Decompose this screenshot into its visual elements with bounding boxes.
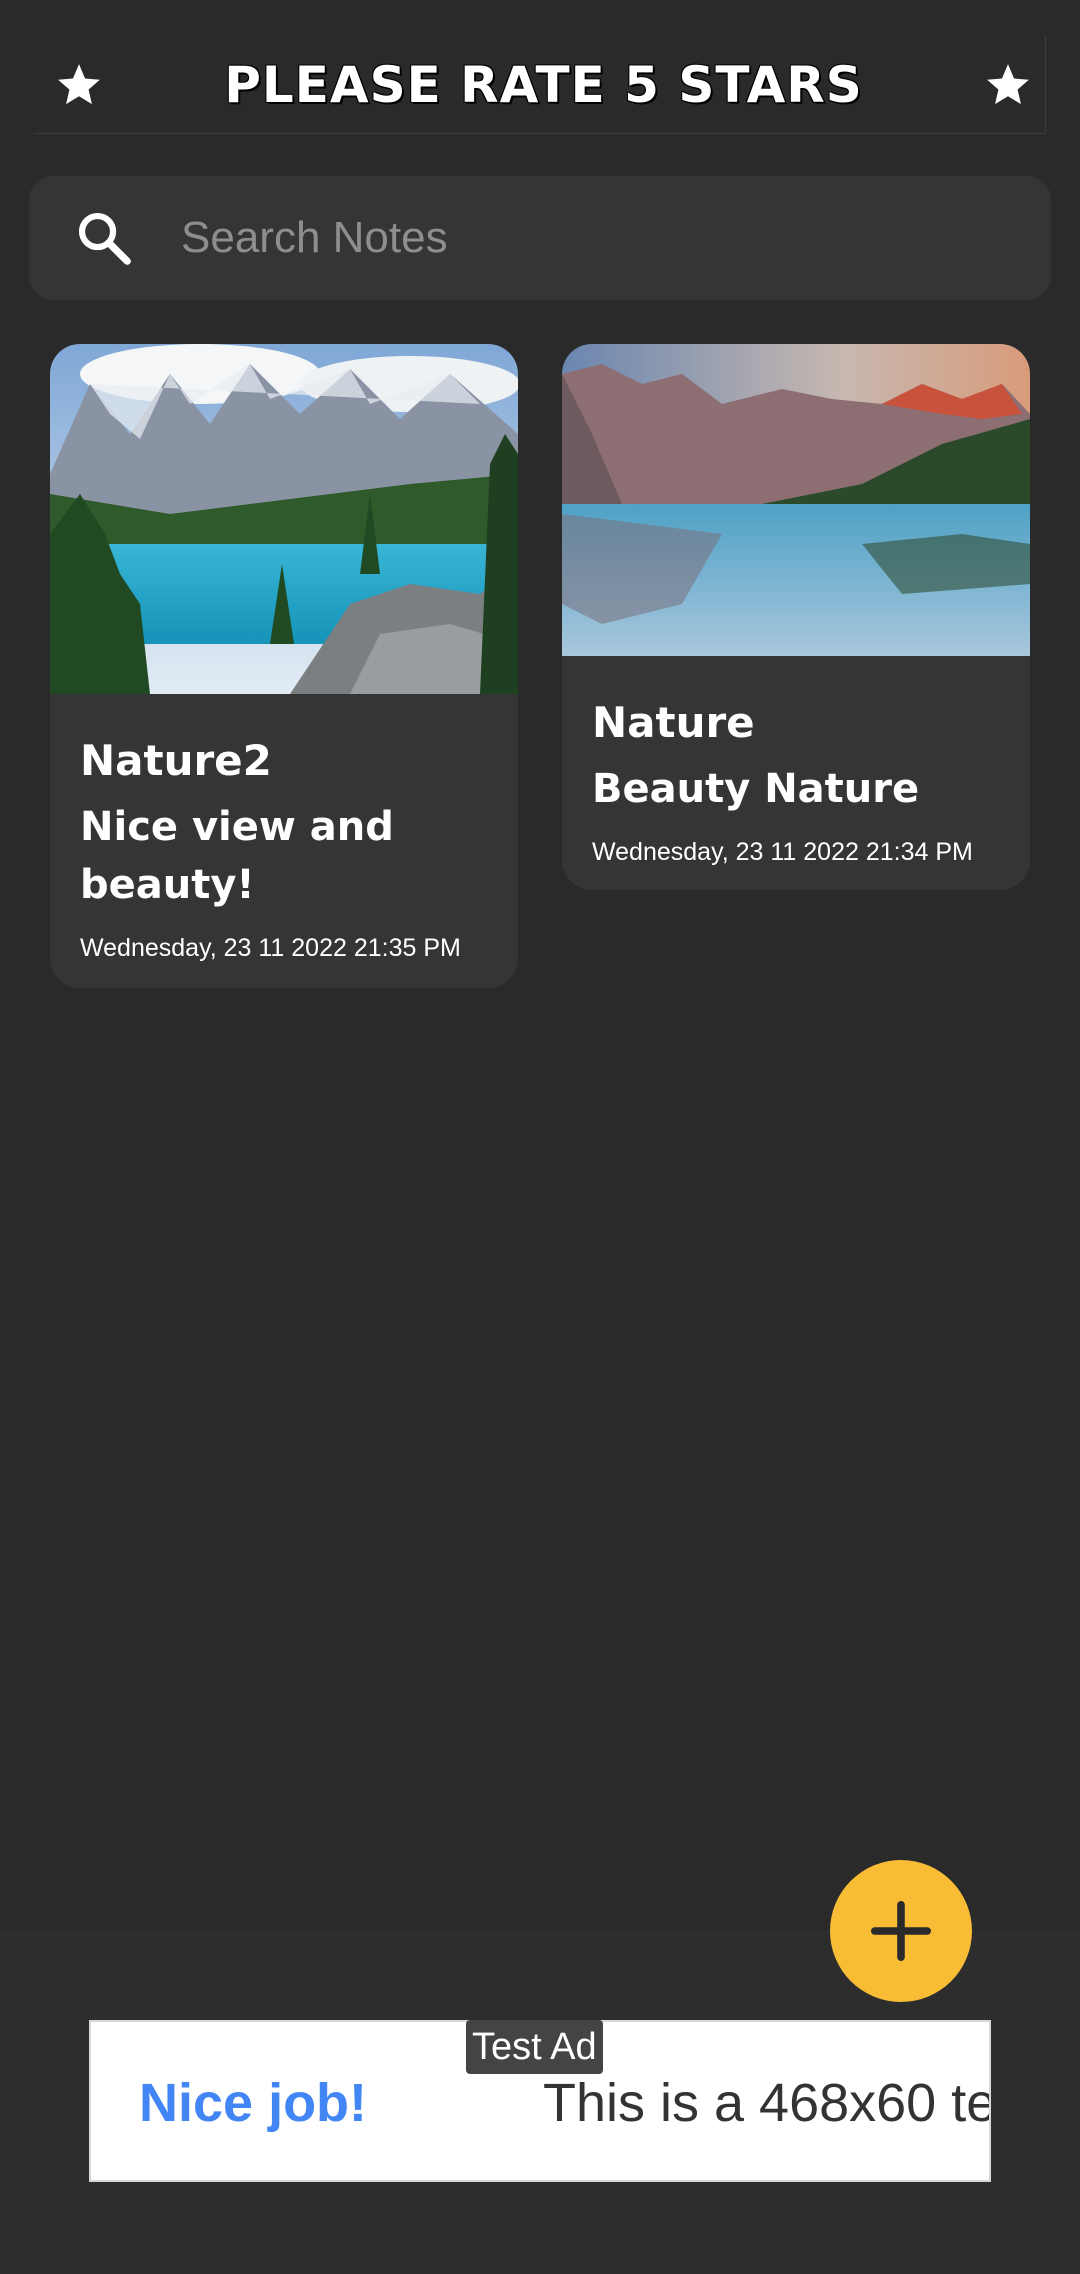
plus-icon bbox=[870, 1900, 932, 1962]
search-icon bbox=[73, 207, 135, 269]
note-text: Beauty Nature bbox=[592, 766, 920, 812]
note-text: Nice view and beauty! bbox=[80, 804, 394, 908]
note-image-lake-mountains bbox=[50, 344, 518, 694]
rate-banner[interactable]: PLEASE RATE 5 STARS bbox=[34, 36, 1046, 134]
star-icon bbox=[983, 60, 1033, 110]
ad-tag: Test Ad bbox=[466, 2020, 603, 2074]
ad-body: This is a 468x60 te bbox=[543, 2073, 991, 2133]
note-image-lake-reflection bbox=[562, 344, 1030, 656]
note-card[interactable]: Nature2 Nice view and beauty! Wednesday,… bbox=[50, 344, 518, 988]
note-date: Wednesday, 23 11 2022 21:34 PM bbox=[592, 838, 973, 866]
search-input[interactable] bbox=[179, 197, 1051, 279]
search-bar[interactable] bbox=[29, 176, 1051, 300]
add-note-button[interactable] bbox=[830, 1860, 972, 2002]
note-title: Nature bbox=[592, 698, 755, 747]
rate-title: PLEASE RATE 5 STARS bbox=[224, 55, 863, 114]
note-card[interactable]: Nature Beauty Nature Wednesday, 23 11 20… bbox=[562, 344, 1030, 890]
star-icon bbox=[54, 60, 104, 110]
note-title: Nature2 bbox=[80, 736, 272, 785]
note-date: Wednesday, 23 11 2022 21:35 PM bbox=[80, 934, 461, 962]
ad-headline: Nice job! bbox=[139, 2073, 368, 2133]
